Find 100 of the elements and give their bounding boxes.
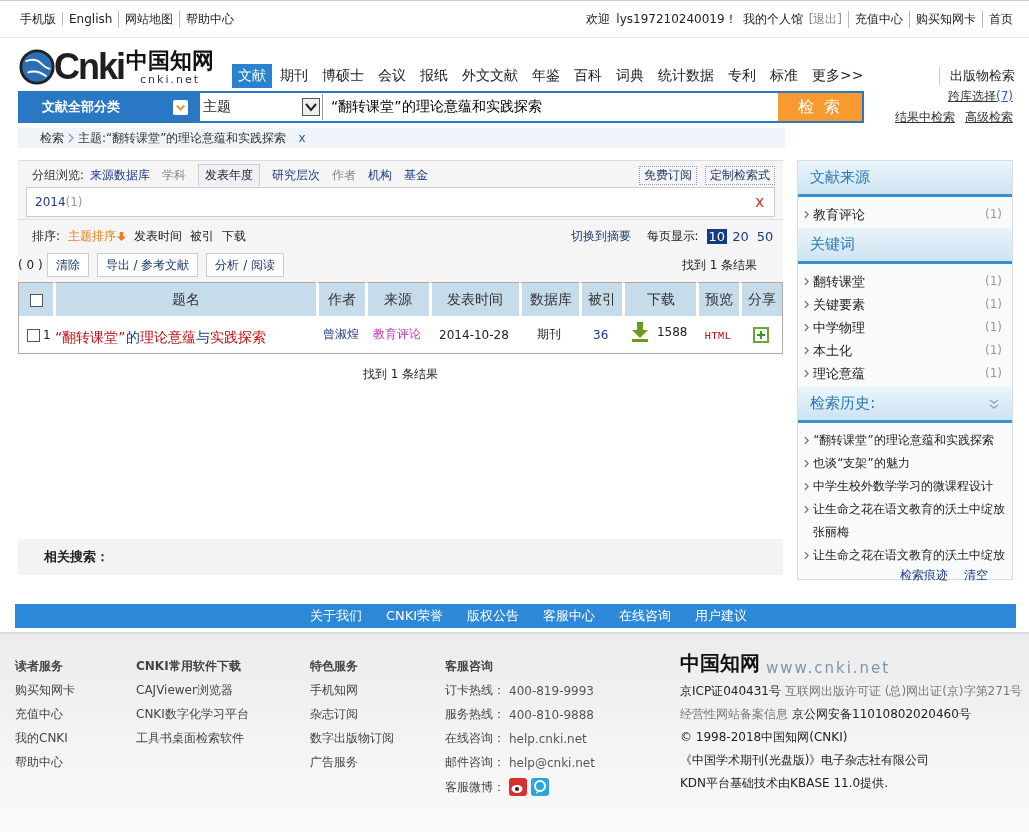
column-header[interactable]: 作者 bbox=[316, 282, 365, 316]
title-link[interactable]: “翻转课堂”的理论意蕴与实践探索 bbox=[55, 328, 266, 347]
group-tab[interactable]: 机构 bbox=[368, 166, 393, 184]
toolbar-button[interactable]: 分析 / 阅读 bbox=[206, 253, 284, 277]
nav-tab[interactable]: 词典 bbox=[610, 64, 650, 88]
sidebar-item[interactable]: 教育评论 bbox=[813, 203, 866, 226]
nav-tab[interactable]: 标准 bbox=[764, 64, 804, 88]
collapse-icon[interactable] bbox=[988, 397, 1000, 410]
column-header[interactable]: 分享 bbox=[739, 282, 783, 316]
history-link[interactable]: 清空 bbox=[964, 567, 988, 583]
toolbar-button[interactable]: 清除 bbox=[46, 253, 89, 277]
footer-link[interactable]: 数字出版物订阅 bbox=[310, 730, 445, 747]
top-link[interactable]: 充值中心 bbox=[848, 10, 903, 28]
column-header[interactable]: 题名 bbox=[53, 282, 316, 316]
nav-tab[interactable]: 更多>> bbox=[806, 64, 870, 88]
column-header[interactable]: 被引 bbox=[579, 282, 623, 316]
nav-tab[interactable]: 百科 bbox=[568, 64, 608, 88]
sidebar-item[interactable]: 本土化 bbox=[813, 339, 853, 362]
top-link[interactable]: English bbox=[62, 12, 113, 26]
footer-link[interactable]: 广告服务 bbox=[310, 754, 445, 771]
footer-link[interactable]: 帮助中心 bbox=[15, 754, 136, 771]
toolbar-button[interactable]: 导出 / 参考文献 bbox=[96, 253, 199, 277]
breadcrumb-link[interactable]: 检索 bbox=[40, 129, 64, 147]
source-link[interactable]: 教育评论 bbox=[372, 327, 421, 341]
cross-db-link[interactable]: 跨库选择 bbox=[948, 89, 996, 103]
action-link[interactable]: 定制检索式 bbox=[705, 165, 776, 185]
action-link[interactable]: 免费订阅 bbox=[639, 165, 698, 185]
history-link[interactable]: 检索痕迹 bbox=[900, 567, 948, 583]
top-link[interactable]: 首页 bbox=[982, 10, 1013, 28]
add-share-icon[interactable] bbox=[752, 326, 769, 343]
footer-link[interactable]: CNKI数字化学习平台 bbox=[136, 706, 310, 723]
weibo-icon[interactable] bbox=[509, 778, 527, 796]
column-header[interactable]: 发表时间 bbox=[428, 282, 520, 316]
html-preview-link[interactable]: HTML bbox=[704, 329, 731, 342]
search-in-results-link[interactable]: 结果中检索 bbox=[895, 109, 955, 126]
remove-filter-link[interactable]: x bbox=[298, 131, 306, 145]
sort-link[interactable]: 发表时间 bbox=[134, 227, 183, 245]
top-link[interactable]: 网站地图 bbox=[118, 10, 174, 28]
nav-tab[interactable]: 年鉴 bbox=[526, 64, 566, 88]
sort-link[interactable]: 下载 bbox=[222, 227, 247, 245]
nav-tab[interactable]: 文献 bbox=[232, 64, 272, 88]
switch-abstract-link[interactable]: 切换到摘要 bbox=[570, 227, 631, 245]
footer-link[interactable]: 我的CNKI bbox=[15, 730, 136, 747]
sidebar-item[interactable]: 也谈“支架”的魅力 bbox=[813, 452, 1008, 475]
author-link[interactable]: 曾淑煌 bbox=[322, 327, 359, 341]
column-header[interactable]: 数据库 bbox=[519, 282, 580, 316]
username-link[interactable]: lys197210240019！ bbox=[616, 10, 737, 28]
category-dropdown[interactable]: 文献全部分类 bbox=[18, 91, 198, 123]
group-tab[interactable]: 基金 bbox=[404, 166, 429, 184]
per-page-option[interactable]: 50 bbox=[756, 228, 774, 244]
column-header[interactable]: 来源 bbox=[365, 282, 429, 316]
search-bar[interactable]: 主题 “翻转课堂”的理论意蕴和实践探索 检 索 bbox=[198, 91, 864, 123]
group-tab[interactable]: 研究层次 bbox=[272, 166, 321, 184]
sidebar-item[interactable]: “翻转课堂”的理论意蕴和实践探索 bbox=[813, 429, 1008, 452]
sidebar-item[interactable]: 让生命之花在语文教育的沃土中绽放 bbox=[813, 544, 1008, 567]
publication-search-link[interactable]: 出版物检索 bbox=[939, 67, 1015, 85]
footer-nav-link[interactable]: 在线咨询 bbox=[619, 607, 672, 625]
footer-link[interactable]: 杂志订阅 bbox=[310, 706, 445, 723]
top-link[interactable]: 帮助中心 bbox=[179, 10, 235, 28]
nav-tab[interactable]: 报纸 bbox=[414, 64, 454, 88]
group-tab[interactable]: 来源数据库 bbox=[90, 166, 151, 184]
footer-link[interactable]: CAJViewer浏览器 bbox=[136, 682, 310, 699]
sidebar-item[interactable]: 中学物理 bbox=[813, 316, 866, 339]
column-header[interactable]: 下载 bbox=[622, 282, 697, 316]
nav-tab[interactable]: 专利 bbox=[722, 64, 762, 88]
nav-tab[interactable]: 期刊 bbox=[274, 64, 314, 88]
sidebar-item[interactable]: 关键要素 bbox=[813, 293, 866, 316]
advanced-search-link[interactable]: 高级检索 bbox=[965, 109, 1013, 126]
nav-tab[interactable]: 博硕士 bbox=[316, 64, 370, 88]
sort-link[interactable]: 被引 bbox=[190, 227, 215, 245]
footer-link[interactable]: 购买知网卡 bbox=[15, 682, 136, 699]
my-library-link[interactable]: 我的个人馆 bbox=[742, 10, 803, 28]
close-icon[interactable]: x bbox=[755, 193, 765, 211]
sidebar-item[interactable]: 翻转课堂 bbox=[813, 270, 866, 293]
footer-nav-link[interactable]: 客服中心 bbox=[543, 607, 596, 625]
per-page-option[interactable]: 10 bbox=[706, 228, 728, 244]
footer-nav-link[interactable]: 关于我们 bbox=[310, 607, 362, 625]
cross-db-count[interactable]: (7) bbox=[996, 89, 1013, 103]
sidebar-item[interactable]: 让生命之花在语文教育的沃土中绽放张丽梅 bbox=[813, 498, 1008, 544]
citation-link[interactable]: 36 bbox=[593, 327, 609, 342]
top-link[interactable]: 购买知网卡 bbox=[909, 10, 976, 28]
sidebar-item[interactable]: 中学生校外数学学习的微课程设计 bbox=[813, 475, 1008, 498]
field-select[interactable]: 主题 bbox=[200, 94, 323, 120]
footer-link[interactable]: 工具书桌面检索软件 bbox=[136, 730, 310, 747]
nav-tab[interactable]: 统计数据 bbox=[652, 64, 720, 88]
select-all-checkbox[interactable] bbox=[29, 294, 43, 307]
logout-link[interactable]: [退出] bbox=[808, 10, 842, 28]
download-icon[interactable] bbox=[630, 321, 649, 342]
footer-nav-link[interactable]: CNKI荣誉 bbox=[386, 607, 444, 625]
year-link[interactable]: 2014 bbox=[35, 195, 66, 209]
footer-nav-link[interactable]: 版权公告 bbox=[467, 607, 520, 625]
footer-link[interactable]: 充值中心 bbox=[15, 706, 136, 723]
group-tab[interactable]: 发表年度 bbox=[198, 164, 261, 186]
footer-nav-link[interactable]: 用户建议 bbox=[695, 607, 748, 625]
row-checkbox[interactable] bbox=[27, 328, 40, 342]
per-page-option[interactable]: 20 bbox=[732, 228, 749, 244]
column-header[interactable]: 预览 bbox=[696, 282, 740, 316]
top-link[interactable]: 手机版 bbox=[20, 10, 56, 28]
footer-link[interactable]: 手机知网 bbox=[310, 682, 445, 699]
nav-tab[interactable]: 外文文献 bbox=[456, 64, 524, 88]
